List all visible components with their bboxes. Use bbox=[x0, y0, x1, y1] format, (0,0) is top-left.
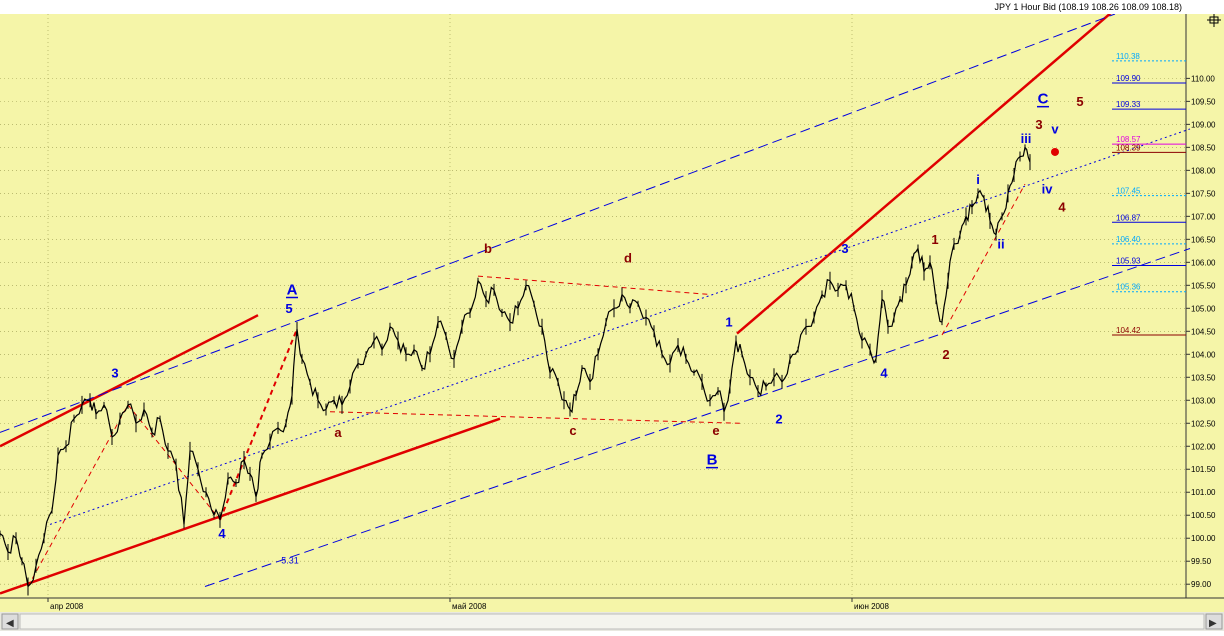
y-tick-label: 107.50 bbox=[1191, 189, 1216, 198]
wave-label: a bbox=[334, 425, 342, 440]
wave-label: e bbox=[712, 423, 719, 438]
wave-label: 4 bbox=[218, 526, 226, 541]
level-label: 108.39 bbox=[1116, 143, 1141, 152]
y-tick-label: 106.50 bbox=[1191, 235, 1216, 244]
chart-title: JPY 1 Hour Bid (108.19 108.26 108.09 108… bbox=[995, 2, 1182, 12]
y-tick-label: 102.00 bbox=[1191, 442, 1216, 451]
wave-label: c bbox=[569, 423, 576, 438]
wave-label: iv bbox=[1042, 181, 1054, 196]
wave-label: A bbox=[287, 282, 298, 299]
x-tick-label: май 2008 bbox=[452, 602, 487, 611]
scrollbar-thumb[interactable] bbox=[19, 613, 1205, 630]
wave-label: 5.31 bbox=[281, 556, 299, 566]
y-tick-label: 103.00 bbox=[1191, 396, 1216, 405]
wave-label: 3 bbox=[111, 365, 118, 380]
level-label: 109.90 bbox=[1116, 74, 1141, 83]
wave-label: d bbox=[624, 250, 632, 265]
wave-label: b bbox=[484, 241, 492, 256]
wave-label: 2 bbox=[775, 411, 782, 426]
x-axis-area bbox=[0, 598, 1224, 612]
y-tick-label: 109.00 bbox=[1191, 120, 1216, 129]
y-tick-label: 103.50 bbox=[1191, 373, 1216, 382]
x-tick-label: апр 2008 bbox=[50, 602, 84, 611]
y-tick-label: 105.50 bbox=[1191, 281, 1216, 290]
y-tick-label: 109.50 bbox=[1191, 97, 1216, 106]
level-label: 110.38 bbox=[1116, 52, 1140, 61]
level-label: 104.42 bbox=[1116, 326, 1141, 335]
wave-label: 4 bbox=[880, 365, 888, 380]
wave-label: iii bbox=[1021, 131, 1032, 146]
level-label: 106.40 bbox=[1116, 235, 1141, 244]
chart-window: ◀ ▶ 110.38 109.90 109.33 108.57 108.39 107.45… bbox=[0, 0, 1224, 631]
target-marker bbox=[1051, 147, 1059, 156]
y-tick-label: 105.00 bbox=[1191, 304, 1216, 313]
y-tick-label: 102.50 bbox=[1191, 419, 1216, 428]
y-tick-label: 101.50 bbox=[1191, 465, 1216, 474]
wave-label: 3 bbox=[841, 241, 848, 256]
y-tick-label: 100.50 bbox=[1191, 511, 1216, 520]
y-tick-label: 101.00 bbox=[1191, 488, 1216, 497]
chart-canvas: ◀ ▶ 110.38109.90109.33108.57108.39107.45… bbox=[0, 0, 1224, 631]
wave-label: C bbox=[1038, 91, 1049, 108]
y-axis-ticks: 99.00 99.50 100.00 100.50 101.00 101.50 102.00… bbox=[1186, 74, 1216, 589]
y-tick-label: 104.50 bbox=[1191, 327, 1216, 336]
level-label: 106.87 bbox=[1116, 213, 1141, 222]
wave-label: i bbox=[976, 172, 980, 187]
y-tick-label: 106.00 bbox=[1191, 258, 1216, 267]
y-tick-label: 104.00 bbox=[1191, 350, 1216, 359]
wave-label: 5 bbox=[285, 301, 292, 316]
y-tick-label: 110.00 bbox=[1191, 74, 1215, 83]
y-tick-label: 99.50 bbox=[1191, 557, 1212, 566]
level-label: 109.33 bbox=[1116, 100, 1141, 109]
wave-label: ii bbox=[997, 237, 1004, 252]
wave-label: 2 bbox=[942, 347, 949, 362]
scroll-left-icon: ◀ bbox=[6, 618, 14, 629]
y-tick-label: 99.00 bbox=[1191, 580, 1212, 589]
x-tick-label: июн 2008 bbox=[854, 602, 889, 611]
wave-label: 1 bbox=[725, 315, 732, 330]
wave-label: v bbox=[1051, 122, 1059, 137]
level-label: 107.45 bbox=[1116, 187, 1141, 196]
scroll-right-icon: ▶ bbox=[1209, 618, 1217, 629]
wave-label: 5 bbox=[1076, 94, 1083, 109]
wave-label: B bbox=[707, 452, 718, 469]
wave-label: 3 bbox=[1035, 117, 1042, 132]
y-tick-label: 108.50 bbox=[1191, 143, 1216, 152]
y-tick-label: 100.00 bbox=[1191, 534, 1216, 543]
y-tick-label: 108.00 bbox=[1191, 166, 1216, 175]
wave-label: 1 bbox=[931, 232, 938, 247]
y-tick-label: 107.00 bbox=[1191, 212, 1216, 221]
wave-label: 4 bbox=[1058, 200, 1066, 215]
level-label: 105.93 bbox=[1116, 257, 1141, 266]
level-label: 105.36 bbox=[1116, 283, 1141, 292]
